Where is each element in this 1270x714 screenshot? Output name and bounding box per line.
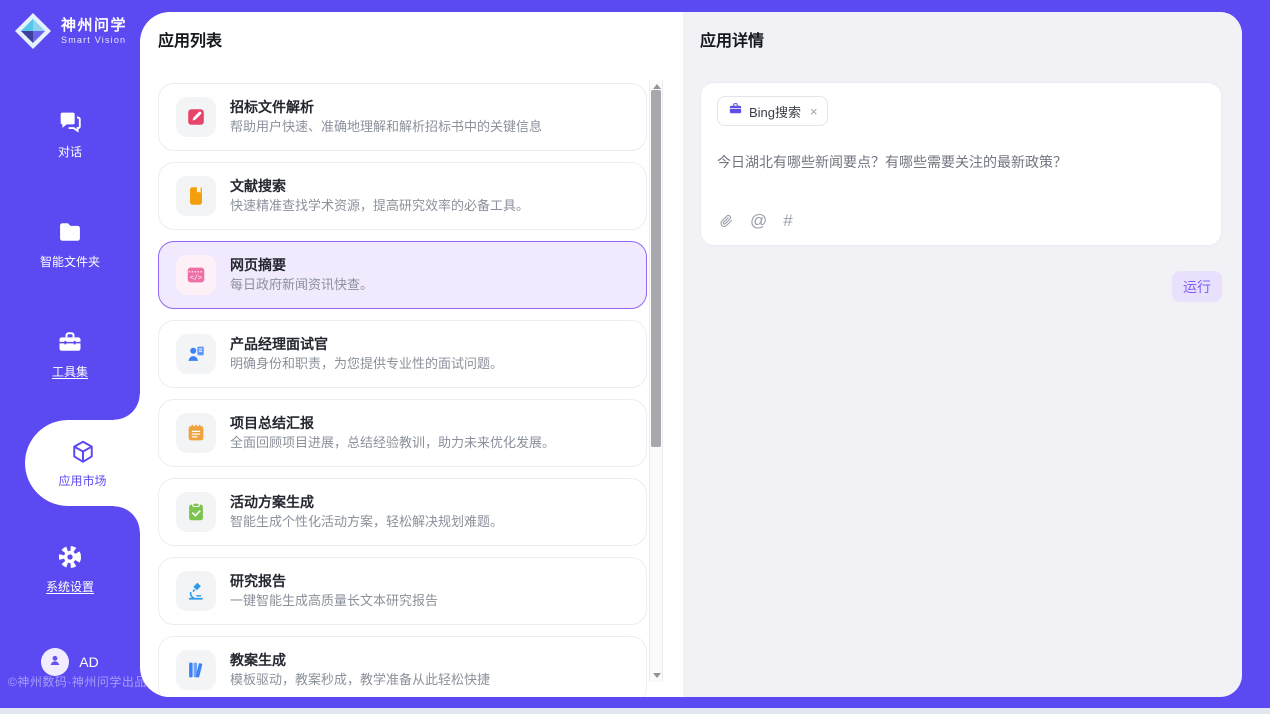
prompt-card: Bing搜索 × 今日湖北有哪些新闻要点？有哪些需要关注的最新政策？ @#: [700, 82, 1222, 246]
user-profile[interactable]: AD: [0, 648, 140, 676]
close-icon[interactable]: ×: [810, 104, 818, 119]
scroll-up-icon[interactable]: [653, 84, 661, 89]
app-item-text: 招标文件解析帮助用户快速、准确地理解和解析招标书中的关键信息: [230, 100, 542, 134]
scrollbar-thumb[interactable]: [651, 90, 661, 447]
app-list-item[interactable]: 项目总结汇报全面回顾项目进展，总结经验教训，助力未来优化发展。: [158, 399, 647, 467]
fillet-bottom: [114, 506, 140, 532]
app-item-desc: 模板驱动，教案秒成，教学准备从此轻松快捷: [230, 673, 490, 687]
app-list-item[interactable]: 研究报告一键智能生成高质量长文本研究报告: [158, 557, 647, 625]
app-item-name: 产品经理面试官: [230, 337, 503, 352]
app-list-item[interactable]: 教案生成模板驱动，教案秒成，教学准备从此轻松快捷: [158, 636, 647, 697]
sidebar-item-toolbox[interactable]: 工具集: [0, 328, 140, 380]
app-detail-pane: 应用详情 Bing搜索 × 今日湖北有哪些新闻要点？有哪些需要关注的最新政策？ …: [683, 12, 1242, 697]
app-item-text: 研究报告一键智能生成高质量长文本研究报告: [230, 574, 438, 608]
app-item-text: 产品经理面试官明确身份和职责，为您提供专业性的面试问题。: [230, 337, 503, 371]
app-item-desc: 智能生成个性化活动方案，轻松解决规划难题。: [230, 515, 503, 529]
sidebar-item-gear[interactable]: 系统设置: [0, 543, 140, 595]
sidebar-item-label: 对话: [58, 143, 82, 160]
app-list-item[interactable]: 产品经理面试官明确身份和职责，为您提供专业性的面试问题。: [158, 320, 647, 388]
sidebar-item-label: 工具集: [52, 363, 88, 380]
input-toolbar: @#: [718, 212, 793, 229]
avatar: [41, 648, 69, 676]
scroll-down-icon[interactable]: [653, 673, 661, 678]
app-item-name: 教案生成: [230, 653, 490, 668]
sidebar-item-label: 应用市场: [58, 472, 106, 489]
brand-text: 神州问学 Smart Vision: [61, 17, 127, 45]
app-item-name: 网页摘要: [230, 258, 373, 273]
sidebar-item-label: 系统设置: [46, 578, 94, 595]
microscope-icon: [176, 571, 216, 611]
interviewer-icon: [176, 334, 216, 374]
bottom-strip: [0, 708, 1270, 714]
sidebar-item-cube[interactable]: 应用市场: [25, 420, 140, 506]
gear-icon: [56, 543, 84, 571]
app-list: 招标文件解析帮助用户快速、准确地理解和解析招标书中的关键信息文献搜索快速精准查找…: [158, 83, 647, 697]
app-list-pane: 应用列表 招标文件解析帮助用户快速、准确地理解和解析招标书中的关键信息文献搜索快…: [140, 12, 683, 697]
app-item-desc: 一键智能生成高质量长文本研究报告: [230, 594, 438, 608]
at-icon[interactable]: @: [750, 212, 767, 229]
brand-logo: 神州问学 Smart Vision: [13, 11, 127, 51]
briefcase-icon: [728, 101, 743, 121]
app-list-item[interactable]: </> 网页摘要每日政府新闻资讯快查。: [158, 241, 647, 309]
app-item-name: 文献搜索: [230, 179, 529, 194]
app-list-title: 应用列表: [158, 34, 683, 50]
chat-icon: [56, 108, 84, 136]
sidebar-item-label: 智能文件夹: [40, 253, 100, 270]
sidebar-item-chat[interactable]: 对话: [0, 108, 140, 160]
sidebar: 神州问学 Smart Vision 对话智能文件夹工具集应用市场系统设置 AD …: [0, 0, 140, 708]
copyright-text: ©神州数码·神州问学出品: [8, 673, 147, 690]
cube-icon: [69, 438, 97, 466]
app-item-name: 活动方案生成: [230, 495, 503, 510]
sidebar-item-folder[interactable]: 智能文件夹: [0, 218, 140, 270]
app-list-item[interactable]: 招标文件解析帮助用户快速、准确地理解和解析招标书中的关键信息: [158, 83, 647, 151]
books-icon: [176, 650, 216, 690]
app-item-name: 项目总结汇报: [230, 416, 555, 431]
toolbox-icon: [56, 328, 84, 356]
hash-icon[interactable]: #: [783, 212, 792, 229]
app-item-text: 教案生成模板驱动，教案秒成，教学准备从此轻松快捷: [230, 653, 490, 687]
app-item-desc: 明确身份和职责，为您提供专业性的面试问题。: [230, 357, 503, 371]
browser-code-icon: </>: [176, 255, 216, 295]
fillet-top: [114, 394, 140, 420]
app-list-item[interactable]: 活动方案生成智能生成个性化活动方案，轻松解决规划难题。: [158, 478, 647, 546]
app-detail-title: 应用详情: [700, 34, 1222, 50]
user-name: AD: [79, 654, 98, 670]
app-item-desc: 帮助用户快速、准确地理解和解析招标书中的关键信息: [230, 120, 542, 134]
app-list-item[interactable]: 文献搜索快速精准查找学术资源，提高研究效率的必备工具。: [158, 162, 647, 230]
tool-chip-bing-search[interactable]: Bing搜索 ×: [717, 96, 828, 126]
tool-chip-label: Bing搜索: [749, 102, 801, 121]
run-button[interactable]: 运行: [1172, 271, 1222, 302]
app-item-text: 网页摘要每日政府新闻资讯快查。: [230, 258, 373, 292]
app-item-text: 文献搜索快速精准查找学术资源，提高研究效率的必备工具。: [230, 179, 529, 213]
main-panel: 应用列表 招标文件解析帮助用户快速、准确地理解和解析招标书中的关键信息文献搜索快…: [140, 12, 1242, 697]
paperclip-icon[interactable]: [718, 213, 734, 229]
app-item-name: 招标文件解析: [230, 100, 542, 115]
diamond-logo-icon: [13, 11, 53, 51]
svg-text:</>: </>: [190, 273, 202, 281]
brand-subtitle: Smart Vision: [61, 35, 127, 45]
app-item-text: 活动方案生成智能生成个性化活动方案，轻松解决规划难题。: [230, 495, 503, 529]
book-icon: [176, 176, 216, 216]
app-item-desc: 快速精准查找学术资源，提高研究效率的必备工具。: [230, 199, 529, 213]
note-icon: [176, 413, 216, 453]
folder-icon: [56, 218, 84, 246]
app-window: 神州问学 Smart Vision 对话智能文件夹工具集应用市场系统设置 AD …: [0, 0, 1270, 714]
prompt-input[interactable]: 今日湖北有哪些新闻要点？有哪些需要关注的最新政策？: [717, 152, 1205, 172]
app-item-desc: 每日政府新闻资讯快查。: [230, 278, 373, 292]
app-item-text: 项目总结汇报全面回顾项目进展，总结经验教训，助力未来优化发展。: [230, 416, 555, 450]
app-item-desc: 全面回顾项目进展，总结经验教训，助力未来优化发展。: [230, 436, 555, 450]
brand-name: 神州问学: [61, 17, 127, 35]
run-row: 运行: [700, 271, 1222, 302]
app-item-name: 研究报告: [230, 574, 438, 589]
edit-doc-icon: [176, 97, 216, 137]
clipboard-check-icon: [176, 492, 216, 532]
scrollbar: [649, 80, 663, 682]
